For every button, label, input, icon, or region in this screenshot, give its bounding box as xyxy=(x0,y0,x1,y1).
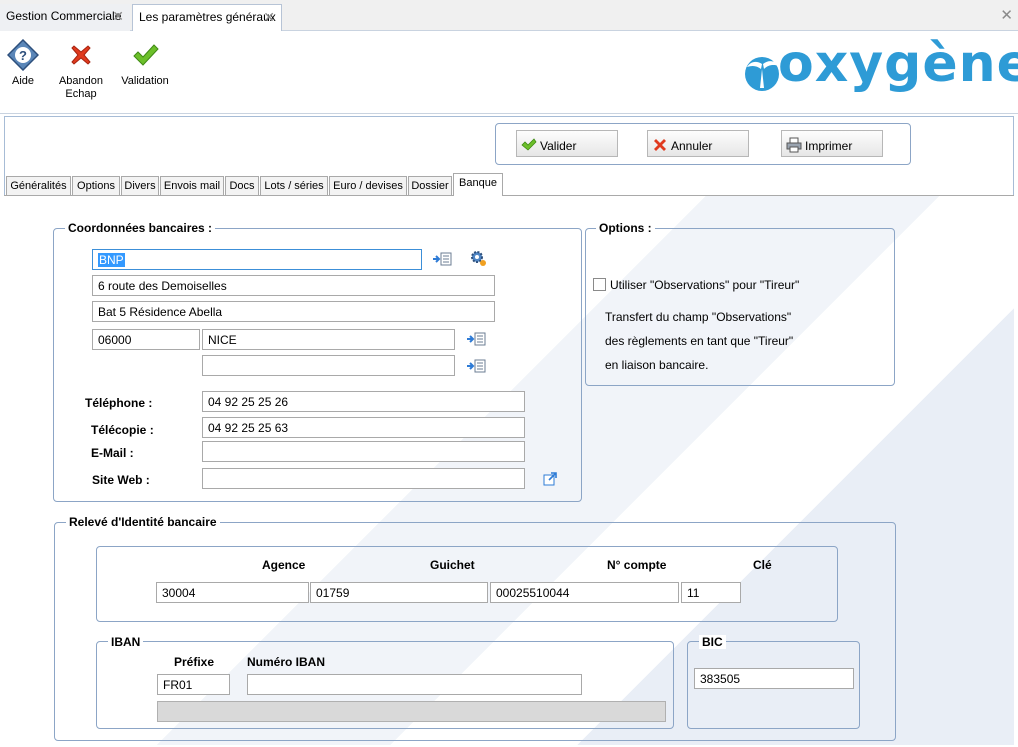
document-tab-bar: Gestion Commerciale ✕ Les paramètres gén… xyxy=(0,0,1018,31)
bic-input[interactable]: 383505 xyxy=(694,668,854,689)
printer-icon xyxy=(786,137,802,153)
arrow-list-icon[interactable] xyxy=(466,359,486,373)
window-close-icon[interactable]: ✕ xyxy=(1000,6,1013,24)
bic-legend: BIC xyxy=(699,635,726,649)
validate-label: Valider xyxy=(540,139,577,153)
iban-full-field xyxy=(157,701,666,722)
bank-name-input[interactable]: BNP xyxy=(92,249,422,270)
help-label: Aide xyxy=(11,75,35,87)
open-link-icon[interactable] xyxy=(543,471,558,486)
svg-text:?: ? xyxy=(19,48,27,63)
help-icon: ? xyxy=(7,39,39,71)
escape-label: Echap xyxy=(65,88,97,100)
iban-number-input[interactable] xyxy=(247,674,582,695)
address-line2-input[interactable]: Bat 5 Résidence Abella xyxy=(92,301,495,322)
tab-dossier[interactable]: Dossier xyxy=(408,176,452,196)
bank-name-value: BNP xyxy=(98,253,125,267)
account-input[interactable]: 00025510044 xyxy=(490,582,679,603)
website-label: Site Web : xyxy=(92,473,150,487)
iban-prefix-label: Préfixe xyxy=(174,655,215,669)
doc-tab-label: Gestion Commerciale xyxy=(6,9,122,23)
options-description-line2: des règlements en tant que "Tireur" xyxy=(605,334,794,348)
city-extra-input[interactable] xyxy=(202,355,455,376)
iban-number-label: Numéro IBAN xyxy=(247,655,326,669)
settings-tabs: Généralités Options Divers Envois mail D… xyxy=(6,173,1014,196)
key-label: Clé xyxy=(753,558,772,572)
tab-euro-devises[interactable]: Euro / devises xyxy=(329,176,407,196)
doc-tab-gestion-commerciale[interactable]: Gestion Commerciale ✕ xyxy=(0,4,130,31)
key-input[interactable]: 11 xyxy=(681,582,741,603)
arrow-list-icon[interactable] xyxy=(432,252,452,266)
print-label: Imprimer xyxy=(805,139,853,153)
observations-checkbox[interactable] xyxy=(593,278,606,291)
red-cross-icon xyxy=(71,45,91,65)
close-icon[interactable]: ✕ xyxy=(112,8,124,25)
tab-generalites[interactable]: Généralités xyxy=(6,176,71,196)
print-button[interactable]: Imprimer xyxy=(781,130,883,157)
tab-banque[interactable]: Banque xyxy=(453,173,503,196)
agency-label: Agence xyxy=(262,558,306,572)
oxygene-logo: oxygène xyxy=(742,34,1018,102)
email-input[interactable] xyxy=(202,441,525,462)
arrow-list-icon[interactable] xyxy=(466,332,486,346)
doc-tab-label: Les paramètres généraux xyxy=(139,10,276,24)
agency-input[interactable]: 30004 xyxy=(156,582,309,603)
iban-prefix-input[interactable]: FR01 xyxy=(157,674,230,695)
rib-legend: Relevé d'Identité bancaire xyxy=(66,515,220,529)
red-cross-icon xyxy=(654,139,666,151)
cancel-button[interactable]: Annuler xyxy=(647,130,749,157)
gear-icon[interactable] xyxy=(469,249,487,267)
logo-text: oxygène xyxy=(778,34,1018,94)
website-input[interactable] xyxy=(202,468,525,489)
phone-label: Téléphone : xyxy=(85,396,153,410)
address-line1-input[interactable]: 6 route des Demoiselles xyxy=(92,275,495,296)
abandon-label: Abandon xyxy=(58,75,104,87)
email-label: E-Mail : xyxy=(91,446,134,460)
validation-label: Validation xyxy=(121,75,169,87)
counter-input[interactable]: 01759 xyxy=(310,582,488,603)
tab-envois-mail[interactable]: Envois mail xyxy=(160,176,224,196)
fax-input[interactable]: 04 92 25 25 63 xyxy=(202,417,525,438)
tab-divers[interactable]: Divers xyxy=(121,176,159,196)
tab-lots-series[interactable]: Lots / séries xyxy=(260,176,328,196)
abandon-button[interactable]: Abandon Echap xyxy=(56,39,106,101)
doc-tab-parametres-generaux[interactable]: Les paramètres généraux ✕ xyxy=(132,4,282,31)
tab-options[interactable]: Options xyxy=(72,176,120,196)
counter-label: Guichet xyxy=(430,558,475,572)
iban-legend: IBAN xyxy=(108,635,144,649)
fax-label: Télécopie : xyxy=(91,423,154,437)
account-label: N° compte xyxy=(607,558,667,572)
options-legend: Options : xyxy=(596,221,655,235)
close-icon[interactable]: ✕ xyxy=(263,9,275,26)
validation-button[interactable]: Validation xyxy=(120,39,170,88)
cancel-label: Annuler xyxy=(671,139,713,153)
options-description-line3: en liaison bancaire. xyxy=(605,358,709,372)
green-check-icon xyxy=(133,44,159,66)
observations-checkbox-label: Utiliser "Observations" pour "Tireur" xyxy=(610,278,800,292)
validate-button[interactable]: Valider xyxy=(516,130,618,157)
help-button[interactable]: ? Aide xyxy=(6,39,40,88)
city-input[interactable]: NICE xyxy=(202,329,455,350)
postal-code-input[interactable]: 06000 xyxy=(92,329,200,350)
options-description-line1: Transfert du champ "Observations" xyxy=(605,310,792,324)
bank-details-legend: Coordonnées bancaires : xyxy=(65,221,216,235)
green-check-icon xyxy=(521,138,537,151)
tab-docs[interactable]: Docs xyxy=(225,176,259,196)
phone-input[interactable]: 04 92 25 25 26 xyxy=(202,391,525,412)
